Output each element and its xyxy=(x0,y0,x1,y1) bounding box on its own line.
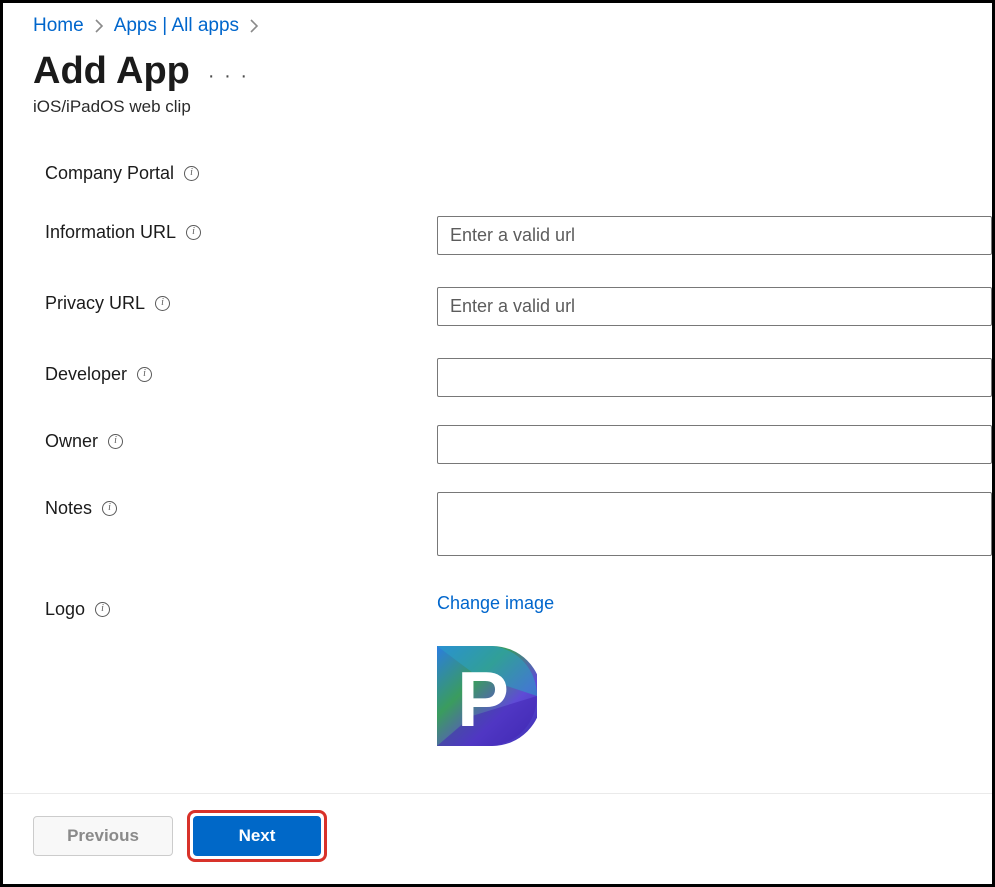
developer-input[interactable] xyxy=(437,358,992,397)
chevron-right-icon xyxy=(249,19,259,33)
page-title: Add App xyxy=(33,51,190,93)
label-notes: Notes xyxy=(45,498,92,519)
wizard-footer: Previous Next xyxy=(3,793,992,884)
information-url-input[interactable] xyxy=(437,216,992,255)
field-information-url: Information URL i xyxy=(45,216,992,255)
label-information-url: Information URL xyxy=(45,222,176,243)
label-privacy-url: Privacy URL xyxy=(45,293,145,314)
chevron-right-icon xyxy=(94,19,104,33)
info-icon[interactable]: i xyxy=(95,602,110,617)
next-button-highlight: Next xyxy=(187,810,327,862)
breadcrumb: Home Apps | All apps xyxy=(33,15,992,37)
app-logo-icon: P xyxy=(437,646,537,746)
label-logo: Logo xyxy=(45,599,85,620)
more-actions-icon[interactable]: · · · xyxy=(208,55,249,88)
info-icon[interactable]: i xyxy=(102,501,117,516)
info-icon[interactable]: i xyxy=(184,166,199,181)
owner-input[interactable] xyxy=(437,425,992,464)
field-notes: Notes i xyxy=(45,492,992,561)
privacy-url-input[interactable] xyxy=(437,287,992,326)
info-icon[interactable]: i xyxy=(137,367,152,382)
next-button[interactable]: Next xyxy=(193,816,321,856)
field-logo: Logo i Change image xyxy=(45,593,992,746)
info-icon[interactable]: i xyxy=(108,434,123,449)
svg-text:P: P xyxy=(457,655,509,743)
field-owner: Owner i xyxy=(45,425,992,464)
field-company-portal: Company Portal i xyxy=(45,157,992,184)
field-developer: Developer i xyxy=(45,358,992,397)
label-owner: Owner xyxy=(45,431,98,452)
field-privacy-url: Privacy URL i xyxy=(45,287,992,326)
breadcrumb-apps-link[interactable]: Apps | All apps xyxy=(114,15,239,37)
info-icon[interactable]: i xyxy=(155,296,170,311)
notes-input[interactable] xyxy=(437,492,992,556)
previous-button[interactable]: Previous xyxy=(33,816,173,856)
change-image-link[interactable]: Change image xyxy=(437,593,554,614)
info-icon[interactable]: i xyxy=(186,225,201,240)
breadcrumb-home-link[interactable]: Home xyxy=(33,15,84,37)
page-subtitle: iOS/iPadOS web clip xyxy=(33,97,992,117)
label-company-portal: Company Portal xyxy=(45,163,174,184)
logo-preview: P xyxy=(437,646,537,746)
label-developer: Developer xyxy=(45,364,127,385)
